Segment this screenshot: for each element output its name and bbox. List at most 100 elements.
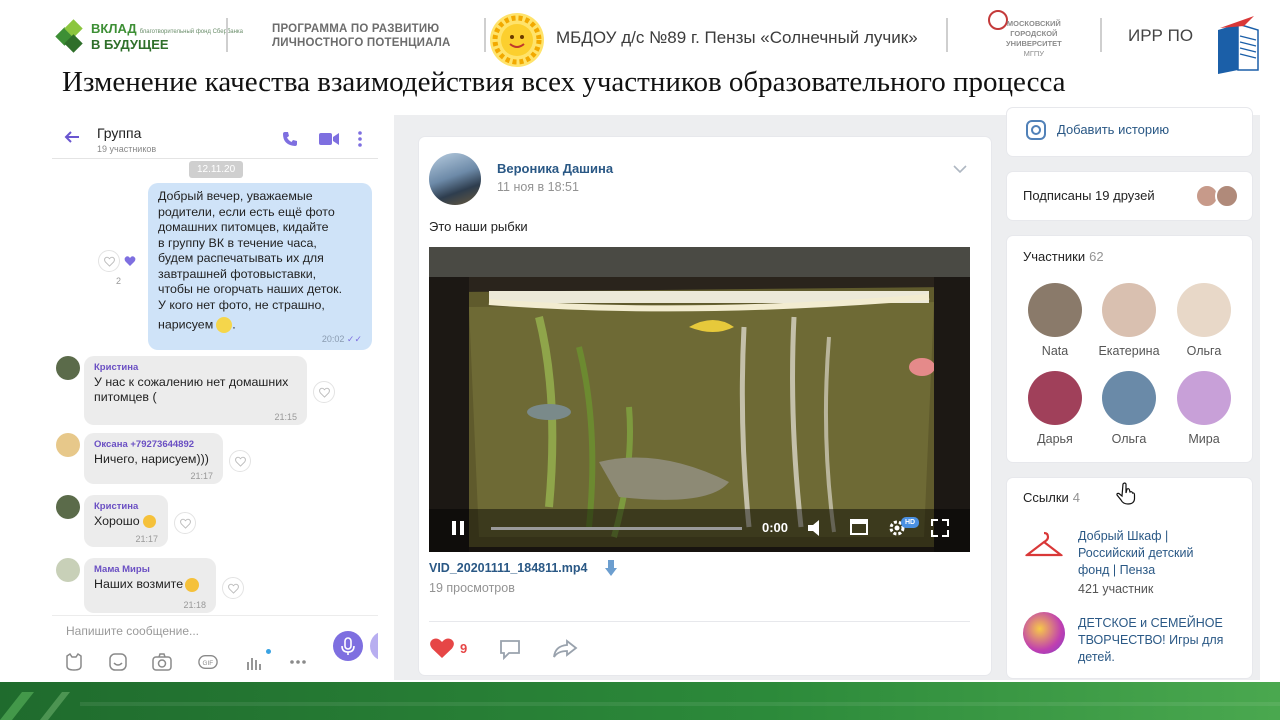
video-time: 0:00 bbox=[762, 520, 789, 535]
incoming-message[interactable]: Кристина Хорошо 21:17 bbox=[84, 495, 168, 547]
reaction-button[interactable] bbox=[98, 250, 120, 272]
post-divider bbox=[429, 621, 970, 622]
reaction-button[interactable] bbox=[174, 512, 196, 534]
university-line2: ГОРОДСКОЙ bbox=[1010, 29, 1058, 38]
pause-icon[interactable] bbox=[451, 520, 465, 536]
message-end-mark: . bbox=[232, 317, 236, 332]
incoming-message[interactable]: Кристина У нас к сожалению нет домашних … bbox=[84, 356, 307, 425]
message-time: 21:15 bbox=[274, 412, 297, 422]
message-line: Хорошо bbox=[94, 514, 140, 528]
aquarium-video-frame bbox=[429, 247, 970, 552]
post-date[interactable]: 11 ноя в 18:51 bbox=[497, 180, 579, 194]
emoji-icon bbox=[143, 515, 157, 529]
program-line2: ЛИЧНОСТНОГО ПОТЕНЦИАЛА bbox=[272, 37, 451, 49]
hd-badge: HD bbox=[901, 517, 919, 528]
incoming-message[interactable]: Оксана +79273644892 Ничего, нарисуем))) … bbox=[84, 433, 223, 484]
phone-icon[interactable] bbox=[282, 131, 298, 147]
member-item[interactable]: Ольга bbox=[1168, 283, 1240, 358]
member-name: Екатерина bbox=[1098, 344, 1160, 358]
gif-icon[interactable]: GIF bbox=[198, 652, 218, 672]
smiley-emoji-icon bbox=[216, 317, 233, 333]
message-input[interactable]: Напишите сообщение... bbox=[66, 624, 199, 638]
reaction-button[interactable] bbox=[313, 381, 335, 403]
chat-header: Группа 19 участников bbox=[52, 115, 378, 159]
sticker-icon[interactable] bbox=[64, 652, 84, 672]
university-logo: МОСКОВСКИЙ ГОРОДСКОЙ УНИВЕРСИТЕТ МГПУ bbox=[986, 8, 1062, 64]
video-call-icon[interactable] bbox=[319, 132, 339, 146]
video-player[interactable]: 0:00 HD bbox=[429, 247, 970, 552]
back-arrow-icon[interactable] bbox=[64, 129, 80, 145]
vklad-line1: ВКЛАД bbox=[91, 21, 137, 36]
fullscreen-icon[interactable] bbox=[931, 519, 949, 537]
message-line: Ничего, нарисуем))) bbox=[94, 452, 209, 466]
heart-outline-icon bbox=[104, 256, 115, 267]
more-menu-icon[interactable] bbox=[358, 131, 362, 147]
member-avatar bbox=[1028, 371, 1082, 425]
header-divider bbox=[946, 18, 948, 52]
member-name: Дарья bbox=[1037, 432, 1073, 446]
pip-window-icon[interactable] bbox=[850, 519, 868, 535]
download-arrow-icon[interactable] bbox=[604, 559, 618, 577]
outgoing-message[interactable]: Добрый вечер, уважаемые родители, если е… bbox=[148, 183, 372, 350]
header-divider bbox=[484, 18, 486, 52]
avatar[interactable] bbox=[56, 495, 80, 519]
emoji-picker-icon[interactable] bbox=[108, 652, 128, 672]
add-story-link[interactable]: Добавить историю bbox=[1057, 122, 1169, 137]
program-logo: ПРОГРАММА ПО РАЗВИТИЮ ЛИЧНОСТНОГО ПОТЕНЦ… bbox=[272, 22, 451, 50]
member-item[interactable]: Ольга bbox=[1093, 371, 1165, 446]
camera-icon[interactable] bbox=[152, 652, 172, 672]
member-name: Ольга bbox=[1186, 344, 1222, 358]
heart-filled-icon bbox=[124, 256, 136, 266]
slide-header: ВКЛАД благотворительный фонд Сбербанка В … bbox=[0, 0, 1280, 74]
hanger-icon[interactable] bbox=[1023, 525, 1065, 567]
footer-pattern bbox=[0, 692, 1280, 720]
share-icon[interactable] bbox=[552, 639, 578, 659]
members-heading[interactable]: Участники 62 bbox=[1023, 249, 1104, 264]
avatar[interactable] bbox=[56, 356, 80, 380]
heart-outline-icon bbox=[235, 456, 246, 467]
video-progress-track[interactable] bbox=[491, 527, 742, 530]
member-avatar bbox=[1028, 283, 1082, 337]
avatar[interactable] bbox=[56, 433, 80, 457]
message-author: Кристина bbox=[94, 501, 139, 512]
avatar[interactable] bbox=[56, 558, 80, 582]
video-file-link[interactable]: VID_20201111_184811.mp4 bbox=[429, 561, 587, 575]
volume-icon[interactable] bbox=[807, 519, 827, 537]
post-author-name[interactable]: Вероника Дашина bbox=[497, 161, 613, 176]
member-item[interactable]: Дарья bbox=[1019, 371, 1091, 446]
incoming-message[interactable]: Мама Миры Наших возмите 21:18 bbox=[84, 558, 216, 613]
sun-logo-icon bbox=[490, 13, 544, 67]
university-line4: МГПУ bbox=[1023, 49, 1045, 58]
message-line: У нас к сожалению нет домашних bbox=[94, 375, 289, 389]
link-avatar[interactable] bbox=[1023, 612, 1065, 654]
secondary-action-button[interactable] bbox=[370, 631, 378, 661]
member-item[interactable]: Nata bbox=[1019, 283, 1091, 358]
poll-icon[interactable] bbox=[244, 652, 264, 672]
link-title[interactable]: Добрый Шкаф | Российский детский фонд | … bbox=[1078, 528, 1193, 579]
post-author-avatar[interactable] bbox=[429, 153, 481, 205]
reaction-button[interactable] bbox=[229, 450, 251, 472]
heart-outline-icon bbox=[180, 518, 191, 529]
link-title[interactable]: ДЕТСКОЕ и СЕМЕЙНОЕ ТВОРЧЕСТВО! Игры для … bbox=[1078, 615, 1223, 666]
comment-icon[interactable] bbox=[499, 638, 521, 660]
links-heading[interactable]: Ссылки 4 bbox=[1023, 490, 1080, 505]
member-item[interactable]: Мира bbox=[1168, 371, 1240, 446]
voice-message-button[interactable] bbox=[333, 631, 363, 661]
heart-like-icon[interactable] bbox=[429, 637, 455, 659]
friend-avatar[interactable] bbox=[1215, 184, 1239, 208]
date-divider: 12.11.20 bbox=[189, 161, 244, 178]
friends-subscribed-label[interactable]: Подписаны 19 друзей bbox=[1023, 188, 1155, 203]
message-line: в группу ВК в течение часа, bbox=[158, 235, 317, 250]
message-line: Добрый вечер, уважаемые bbox=[158, 189, 313, 203]
add-story-camera-icon[interactable] bbox=[1025, 119, 1047, 141]
post-text: Это наши рыбки bbox=[429, 219, 528, 234]
chat-title: Группа bbox=[97, 125, 142, 141]
member-avatar bbox=[1102, 371, 1156, 425]
member-item[interactable]: Екатерина bbox=[1093, 283, 1165, 358]
message-author: Кристина bbox=[94, 362, 139, 373]
reaction-button[interactable] bbox=[222, 577, 244, 599]
more-options-icon[interactable] bbox=[288, 652, 308, 672]
vklad-logo: ВКЛАД благотворительный фонд Сбербанка В … bbox=[55, 18, 243, 53]
message-line: родители, если есть ещё фото bbox=[158, 204, 335, 219]
chevron-down-icon[interactable] bbox=[953, 165, 967, 173]
